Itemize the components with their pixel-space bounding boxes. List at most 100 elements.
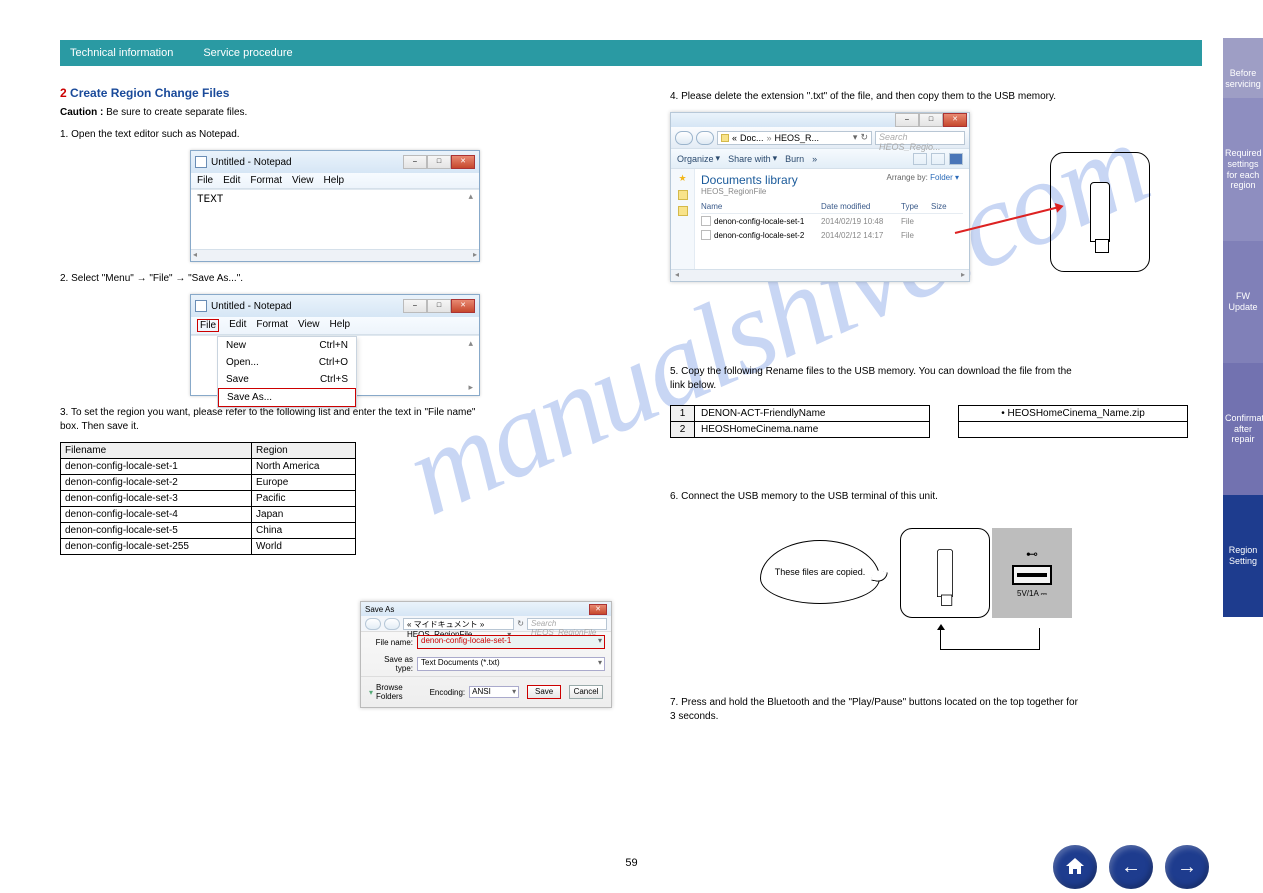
savetype-label: Save as type: bbox=[367, 655, 413, 673]
right-column: 4. Please delete the extension ".txt" of… bbox=[670, 86, 1230, 282]
menu-edit[interactable]: Edit bbox=[223, 175, 240, 186]
file-icon bbox=[701, 216, 711, 226]
explorer-sidebar: ★ bbox=[671, 169, 695, 269]
tab-fw-update[interactable]: FW Update bbox=[1223, 241, 1263, 363]
save-as-dialog: Save As ✕ « マイドキュメント » HEOS_RegionFile ↻… bbox=[360, 601, 612, 708]
close-button[interactable]: ✕ bbox=[943, 113, 967, 127]
close-button[interactable]: ✕ bbox=[589, 604, 607, 615]
library-subtitle: HEOS_RegionFile bbox=[701, 187, 963, 196]
notepad-menubar: File Edit Format View Help bbox=[191, 173, 479, 189]
scrollbar-right-icon[interactable]: ▸ bbox=[468, 382, 473, 393]
copy-arrow-icon bbox=[955, 205, 1062, 234]
minimize-button[interactable]: – bbox=[403, 299, 427, 313]
encoding-select[interactable]: ANSI bbox=[469, 686, 519, 698]
maximize-button[interactable]: □ bbox=[919, 113, 943, 127]
usb-port-illustration: ⊷ 5V/1A ⎓ bbox=[992, 528, 1072, 618]
page-number: 59 bbox=[625, 857, 637, 869]
back-button[interactable] bbox=[365, 618, 381, 630]
preview-button[interactable] bbox=[931, 153, 945, 165]
menu-file[interactable]: File bbox=[197, 175, 213, 186]
submenu-save[interactable]: SaveCtrl+S bbox=[218, 371, 356, 388]
notepad-window-1: Untitled - Notepad – □ ✕ File Edit Forma… bbox=[190, 150, 480, 262]
forward-button[interactable] bbox=[384, 618, 400, 630]
notepad2-menubar: File Edit Format View Help bbox=[191, 317, 479, 335]
forward-button[interactable] bbox=[696, 131, 714, 145]
menu-view[interactable]: View bbox=[298, 319, 320, 332]
column-headers[interactable]: Name Date modified Type Size bbox=[701, 200, 963, 214]
close-button[interactable]: ✕ bbox=[451, 299, 475, 313]
filename-input[interactable]: denon-config-locale-set-1 bbox=[417, 635, 605, 649]
home-icon bbox=[1063, 855, 1087, 879]
caution-text: Be sure to create separate files. bbox=[106, 107, 247, 118]
menu-help[interactable]: Help bbox=[324, 175, 345, 186]
explorer-hscroll[interactable] bbox=[671, 269, 969, 281]
close-button[interactable]: ✕ bbox=[451, 155, 475, 169]
zip-link[interactable]: • HEOSHomeCinema_Name.zip bbox=[959, 406, 1188, 422]
organize-button[interactable]: Organize ▾ bbox=[677, 153, 720, 164]
menu-help[interactable]: Help bbox=[330, 319, 351, 332]
maximize-button[interactable]: □ bbox=[427, 299, 451, 313]
footer-navigation: ← → bbox=[1053, 845, 1209, 889]
explorer-address[interactable]: « Doc... » HEOS_R... ▾ ↻ bbox=[717, 131, 872, 145]
scrollbar-up-icon[interactable]: ▴ bbox=[468, 338, 473, 349]
maximize-button[interactable]: □ bbox=[427, 155, 451, 169]
notepad2-titlebar: Untitled - Notepad – □ ✕ bbox=[191, 295, 479, 317]
table-row: denon-config-locale-set-2Europe bbox=[61, 475, 356, 491]
minimize-button[interactable]: – bbox=[895, 113, 919, 127]
notepad-titlebar: Untitled - Notepad – □ ✕ bbox=[191, 151, 479, 173]
usb-drive-illustration bbox=[1050, 152, 1150, 272]
step-2: 2. Select "Menu" → "File" → "Save As..."… bbox=[60, 272, 620, 286]
submenu-new[interactable]: NewCtrl+N bbox=[218, 337, 356, 354]
table-row bbox=[959, 422, 1188, 438]
file-row[interactable]: denon-config-locale-set-1 2014/02/19 10:… bbox=[701, 214, 963, 228]
prev-page-button[interactable]: ← bbox=[1109, 845, 1153, 889]
back-button[interactable] bbox=[675, 131, 693, 145]
file-row[interactable]: denon-config-locale-set-2 2014/02/12 14:… bbox=[701, 228, 963, 242]
view-button[interactable] bbox=[913, 153, 927, 165]
notepad-textarea[interactable]: TEXT ▴ bbox=[191, 189, 479, 249]
notepad-hscroll[interactable] bbox=[191, 249, 479, 261]
folder-icon[interactable] bbox=[678, 190, 688, 200]
browse-folders[interactable]: ▾Browse Folders bbox=[369, 683, 422, 701]
notepad2-body: NewCtrl+N Open...Ctrl+O SaveCtrl+S Save … bbox=[191, 335, 479, 395]
more-button[interactable]: » bbox=[812, 154, 817, 164]
menu-view[interactable]: View bbox=[292, 175, 314, 186]
port-label: 5V/1A ⎓ bbox=[1017, 589, 1047, 599]
notepad-app-icon bbox=[195, 300, 207, 312]
usb-connection-diagram: These files are copied. ⊷ 5V/1A ⎓ bbox=[760, 540, 1180, 604]
saveas-titlebar: Save As ✕ bbox=[361, 602, 611, 616]
step-5-block: 5. Copy the following Rename files to th… bbox=[670, 361, 1188, 438]
share-button[interactable]: Share with ▾ bbox=[728, 153, 777, 164]
menu-file-highlighted[interactable]: File bbox=[197, 319, 219, 332]
notepad-text-content: TEXT bbox=[197, 194, 223, 206]
arrange-by[interactable]: Arrange by: Folder ▾ bbox=[886, 173, 959, 182]
help-button[interactable] bbox=[949, 153, 963, 165]
next-page-button[interactable]: → bbox=[1165, 845, 1209, 889]
cancel-button[interactable]: Cancel bbox=[569, 685, 603, 699]
explorer-search[interactable]: Search HEOS_Regio... bbox=[875, 131, 965, 145]
left-column: 2 Create Region Change Files Caution : B… bbox=[60, 86, 620, 555]
submenu-saveas-highlighted[interactable]: Save As... bbox=[218, 388, 356, 407]
folder-icon[interactable] bbox=[678, 206, 688, 216]
menu-format[interactable]: Format bbox=[256, 319, 288, 332]
tab-before-servicing[interactable]: Before servicing bbox=[1223, 38, 1263, 98]
menu-format[interactable]: Format bbox=[250, 175, 282, 186]
tab-required-settings[interactable]: Required settings for each region bbox=[1223, 98, 1263, 241]
minimize-button[interactable]: – bbox=[403, 155, 427, 169]
save-button[interactable]: Save bbox=[527, 685, 561, 699]
tab-region-setting[interactable]: Region Setting bbox=[1223, 495, 1263, 617]
connection-line bbox=[940, 628, 1040, 650]
burn-button[interactable]: Burn bbox=[785, 154, 804, 164]
section-name: Create Region Change Files bbox=[70, 86, 229, 100]
scrollbar-up-icon[interactable]: ▴ bbox=[468, 192, 473, 202]
table-row: denon-config-locale-set-1North America bbox=[61, 459, 356, 475]
favorites-icon[interactable]: ★ bbox=[678, 173, 686, 184]
submenu-open[interactable]: Open...Ctrl+O bbox=[218, 354, 356, 371]
saveas-search[interactable]: Search HEOS_RegionFile bbox=[527, 618, 607, 630]
tab-confirmation[interactable]: Confirmation after repair bbox=[1223, 363, 1263, 495]
menu-edit[interactable]: Edit bbox=[229, 319, 246, 332]
table-row: denon-config-locale-set-4Japan bbox=[61, 507, 356, 523]
saveas-address[interactable]: « マイドキュメント » HEOS_RegionFile bbox=[403, 618, 514, 630]
savetype-select[interactable]: Text Documents (*.txt) bbox=[417, 657, 605, 671]
home-button[interactable] bbox=[1053, 845, 1097, 889]
